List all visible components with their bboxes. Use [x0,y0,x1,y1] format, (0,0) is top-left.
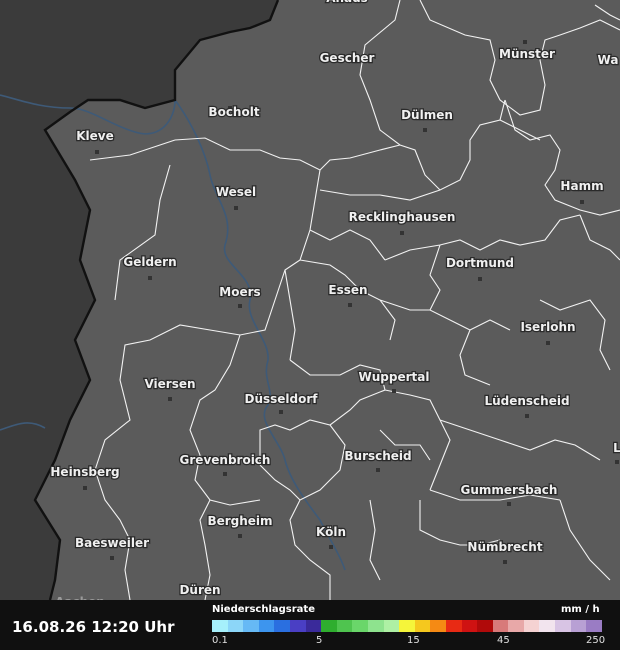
city-label: Kleve [76,129,114,143]
footer-bar: 16.08.26 12:20 Uhr Niederschlagsrate mm … [0,600,620,650]
legend-swatch [367,620,384,632]
city-dot [238,304,242,308]
city-marker: Wa [596,52,619,69]
city-dot [279,410,283,414]
legend-tick: 15 [407,635,420,646]
city-label: Iserlohn [520,320,575,334]
city-label: Bergheim [207,514,272,528]
city-label: Geldern [123,255,176,269]
legend-swatch [289,620,306,632]
city-dot [507,502,511,506]
city-dot [400,231,404,235]
legend-swatch [508,620,524,632]
city-dot [110,556,114,560]
city-label: Wuppertal [359,370,430,384]
city-dot [478,277,482,281]
legend-tick: 45 [497,635,510,646]
city-label: Baesweiler [75,536,149,550]
city-dot [348,303,352,307]
city-marker: Bocholt [207,104,261,121]
legend-swatch [352,620,368,632]
legend-swatch [243,620,259,632]
city-dot [83,486,87,490]
legend-swatch [492,620,509,632]
city-dot [523,40,527,44]
legend-swatch [570,620,587,632]
city-label: Burscheid [344,449,411,463]
legend-swatch [274,620,290,632]
city-label: Essen [328,283,367,297]
city-dot [503,560,507,564]
legend-swatch [227,620,244,632]
city-dot [95,150,99,154]
legend-tick: 5 [316,635,323,646]
legend-title: Niederschlagsrate [212,604,315,615]
legend-swatch [399,620,415,632]
city-label: Grevenbroich [180,453,271,467]
city-label: Hamm [560,179,603,193]
city-label: Düren [179,583,220,597]
city-label: Lüdenscheid [484,394,569,408]
legend-swatch [383,620,400,632]
city-dot [525,414,529,418]
city-dot [223,472,227,476]
city-dot [148,276,152,280]
legend-swatch [523,620,540,632]
city-label: Köln [316,525,346,539]
city-label: Dortmund [446,256,514,270]
city-label: Ahaus [326,0,368,5]
legend-swatch [414,620,431,632]
legend-swatch [539,620,556,632]
city-label: Viersen [144,377,195,391]
timestamp: 16.08.26 12:20 Uhr [12,618,175,636]
legend-swatch [461,620,478,632]
city-label: Moers [219,285,260,299]
legend-swatch [212,620,228,632]
city-label: Gummersbach [461,483,558,497]
city-dot [546,341,550,345]
city-dot [580,200,584,204]
city-label: Recklinghausen [349,210,456,224]
city-label: Nümbrecht [467,540,542,554]
city-label: Wa [598,53,619,67]
city-marker: Ahaus [325,0,369,6]
legend-swatch [445,620,462,632]
precipitation-radar-map: Ahaus Gescher Münster Wa Bocholt Dülmen Kleve H… [0,0,620,600]
city-dot [423,128,427,132]
city-label: Dülmen [401,108,453,122]
legend-swatch [336,620,353,632]
city-label: Wesel [216,185,256,199]
legend-swatch [477,620,493,632]
precipitation-color-scale [212,620,602,632]
city-dot [329,545,333,549]
legend-swatch [586,620,602,632]
city-label: Bocholt [208,105,259,119]
city-label: Heinsberg [50,465,119,479]
city-marker: Gescher [318,50,375,67]
city-dot [392,389,396,393]
legend-swatch [555,620,571,632]
city-dot [238,534,242,538]
city-label: L [613,441,620,455]
legend-swatch [321,620,337,632]
legend-tick: 250 [586,635,606,646]
legend-swatch [305,620,322,632]
legend-unit: mm / h [561,604,600,615]
city-dot [376,468,380,472]
city-label: Düsseldorf [244,392,318,406]
legend-tick: 0.1 [212,635,228,646]
legend-swatch [430,620,446,632]
city-label: Gescher [320,51,375,65]
city-label: Münster [499,47,555,61]
city-dot [168,397,172,401]
city-dot [234,206,238,210]
legend-swatch [258,620,275,632]
city-dot [615,460,619,464]
